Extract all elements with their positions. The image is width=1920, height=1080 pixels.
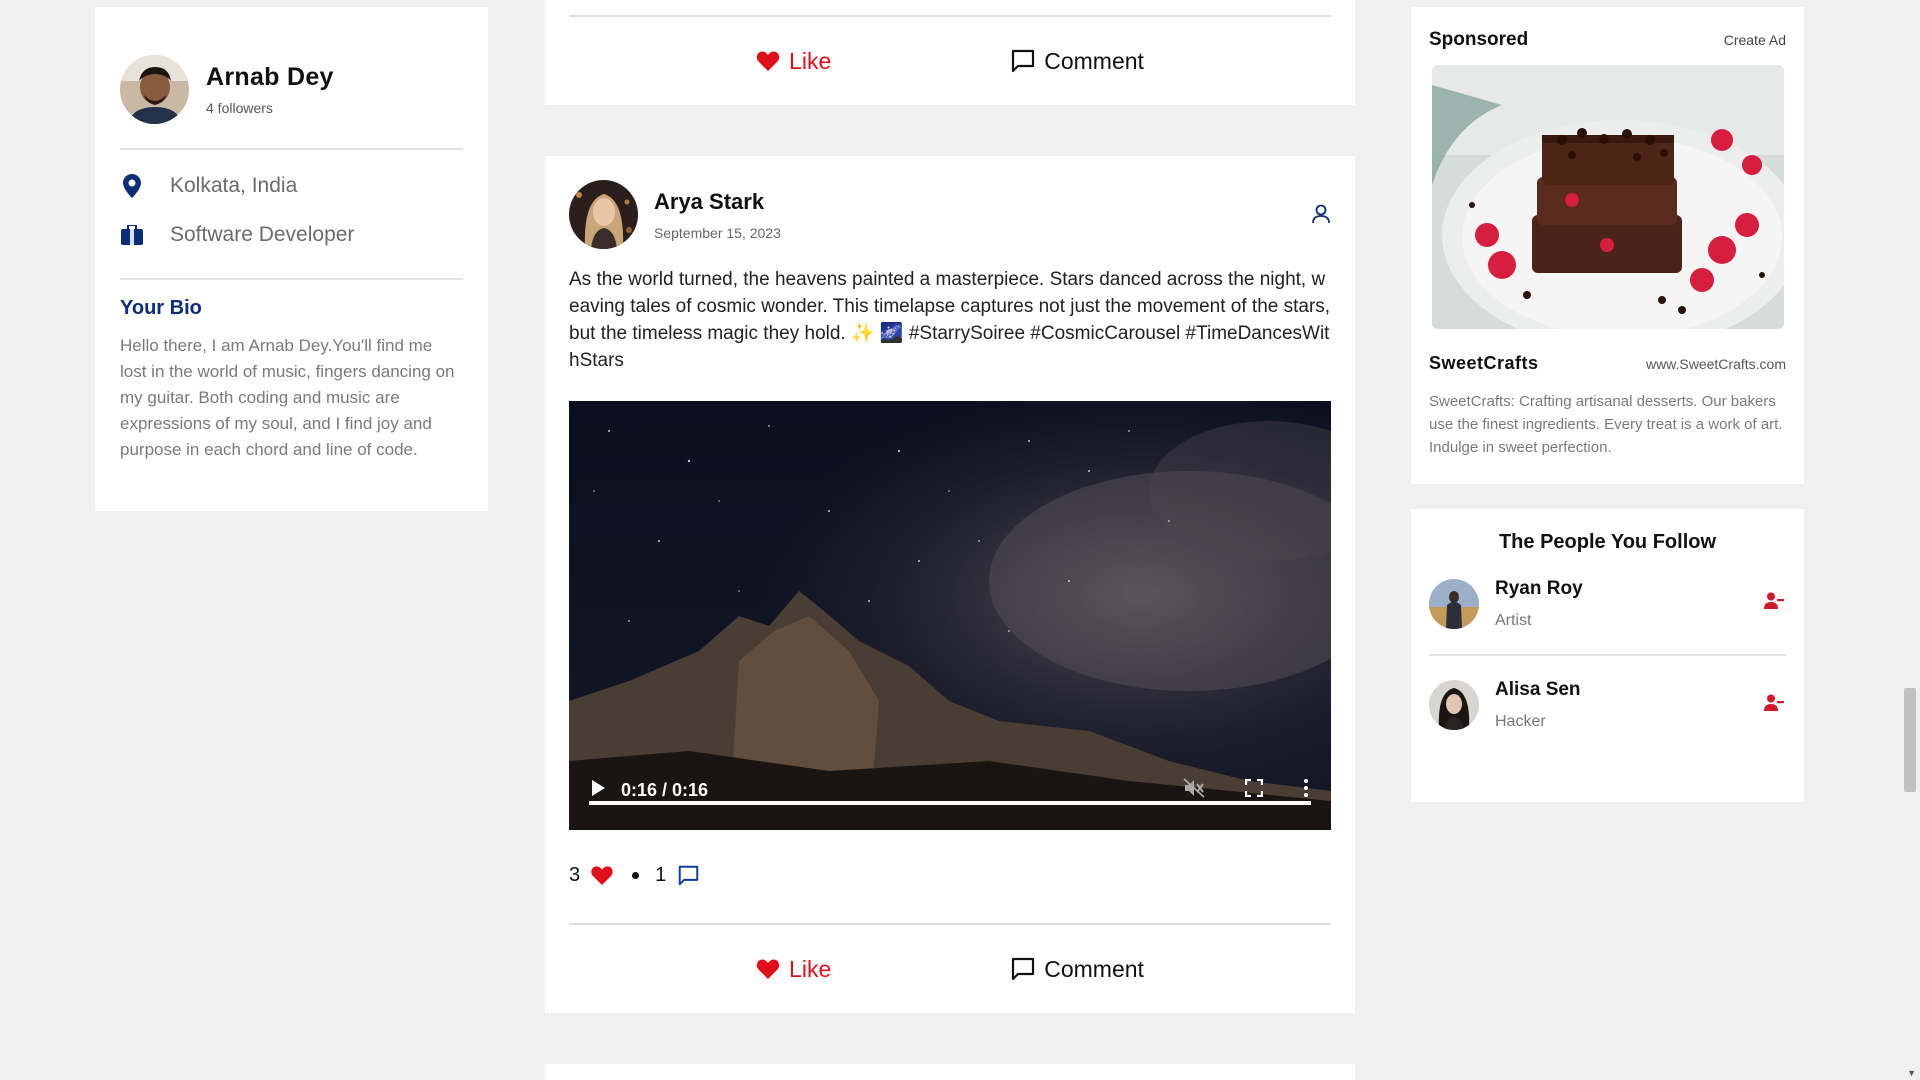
video-progress-fill (589, 801, 1311, 805)
more-vertical-icon (1304, 778, 1308, 797)
volume-muted-icon (1183, 777, 1205, 798)
heart-icon (756, 51, 780, 71)
bio-text: Hello there, I am Arnab Dey.You'll find … (120, 336, 455, 459)
post-card: Arya Stark September 15, 2023 As the wor… (545, 156, 1355, 1013)
fullscreen-icon (1244, 778, 1264, 797)
profile-followers: 4 followers (206, 100, 273, 116)
like-button[interactable]: Like (756, 956, 831, 983)
create-ad-link[interactable]: Create Ad (1724, 32, 1786, 48)
follow-user-button[interactable] (1312, 204, 1330, 229)
unfollow-button[interactable] (1764, 694, 1784, 716)
video-menu-button[interactable] (1303, 778, 1309, 802)
user-icon (1312, 204, 1330, 224)
location-pin-icon (120, 173, 144, 199)
heart-icon (756, 959, 780, 979)
comment-icon (1012, 957, 1035, 981)
following-card: The People You Follow Ryan Roy Artist Al… (1411, 509, 1804, 802)
heart-icon (591, 866, 613, 886)
following-item[interactable]: Ryan Roy Artist (1429, 554, 1786, 654)
post-header: Arya Stark September 15, 2023 (569, 180, 781, 249)
sponsored-title: Sponsored (1429, 29, 1529, 50)
comment-button[interactable]: Comment (1011, 956, 1144, 983)
divider (120, 278, 463, 280)
scrollbar-thumb[interactable] (1904, 688, 1916, 792)
location-text: Kolkata, India (170, 174, 298, 197)
profile-card: Arnab Dey 4 followers Kolkata, India Sof… (95, 7, 488, 511)
like-count: 3 (569, 864, 581, 886)
comment-label: Comment (1044, 955, 1144, 982)
next-post-card (545, 1064, 1355, 1080)
page-scrollbar[interactable]: ▼ (1904, 0, 1920, 1080)
previous-post-card: Like Comment (545, 0, 1355, 105)
following-name[interactable]: Ryan Roy (1495, 578, 1583, 600)
comment-button[interactable]: Comment (1011, 48, 1144, 75)
unfollow-button[interactable] (1764, 592, 1784, 614)
avatar[interactable] (1429, 579, 1479, 629)
briefcase-icon (120, 222, 144, 248)
profile-location: Kolkata, India (120, 173, 463, 199)
scroll-down-arrow[interactable]: ▼ (1907, 1068, 1916, 1078)
following-name[interactable]: Alisa Sen (1495, 679, 1581, 701)
avatar[interactable] (1429, 680, 1479, 730)
ad-image[interactable] (1431, 65, 1784, 329)
post-author[interactable]: Arya Stark (654, 189, 781, 215)
post-stats: 3 1 (569, 864, 699, 887)
fullscreen-button[interactable] (1244, 778, 1264, 802)
ad-url[interactable]: www.SweetCrafts.com (1646, 356, 1786, 372)
post-date: September 15, 2023 (654, 224, 781, 241)
separator-dot (632, 872, 640, 879)
profile-name[interactable]: Arnab Dey (206, 63, 334, 92)
video-time: 0:16 / 0:16 (621, 779, 709, 800)
following-title: The People You Follow (1498, 531, 1717, 553)
occupation-text: Software Developer (170, 223, 355, 246)
post-action-bar: Like Comment (569, 923, 1331, 1013)
comment-count: 1 (655, 864, 667, 886)
ad-description: SweetCrafts: Crafting artisanal desserts… (1429, 393, 1783, 456)
profile-occupation: Software Developer (120, 222, 463, 248)
author-avatar[interactable] (569, 180, 638, 249)
like-label: Like (789, 47, 832, 74)
user-minus-icon (1764, 694, 1784, 711)
bio-title: Your Bio (120, 297, 202, 319)
following-role: Artist (1495, 612, 1532, 629)
divider (120, 148, 463, 150)
sponsored-card: Sponsored Create Ad SweetCrafts www.Swee… (1411, 7, 1804, 484)
like-button[interactable]: Like (756, 48, 831, 75)
comment-icon (679, 865, 699, 886)
post-text: As the world turned, the heavens painted… (569, 269, 1331, 371)
play-button[interactable] (591, 779, 605, 801)
post-action-bar: Like Comment (569, 15, 1331, 105)
ad-brand[interactable]: SweetCrafts (1429, 353, 1539, 374)
profile-avatar[interactable] (120, 55, 189, 124)
following-role: Hacker (1495, 713, 1546, 730)
user-minus-icon (1764, 592, 1784, 609)
like-label: Like (789, 955, 832, 982)
comment-label: Comment (1044, 47, 1144, 74)
video-progress-bar[interactable] (589, 801, 1311, 805)
comment-icon (1012, 49, 1035, 73)
profile-header: Arnab Dey 4 followers (120, 55, 463, 124)
video-controls: 0:16 / 0:16 (569, 750, 1331, 830)
video-player[interactable]: 0:16 / 0:16 (569, 401, 1331, 830)
play-icon (592, 779, 605, 796)
mute-button[interactable] (1183, 777, 1205, 803)
following-item[interactable]: Alisa Sen Hacker (1429, 654, 1786, 754)
